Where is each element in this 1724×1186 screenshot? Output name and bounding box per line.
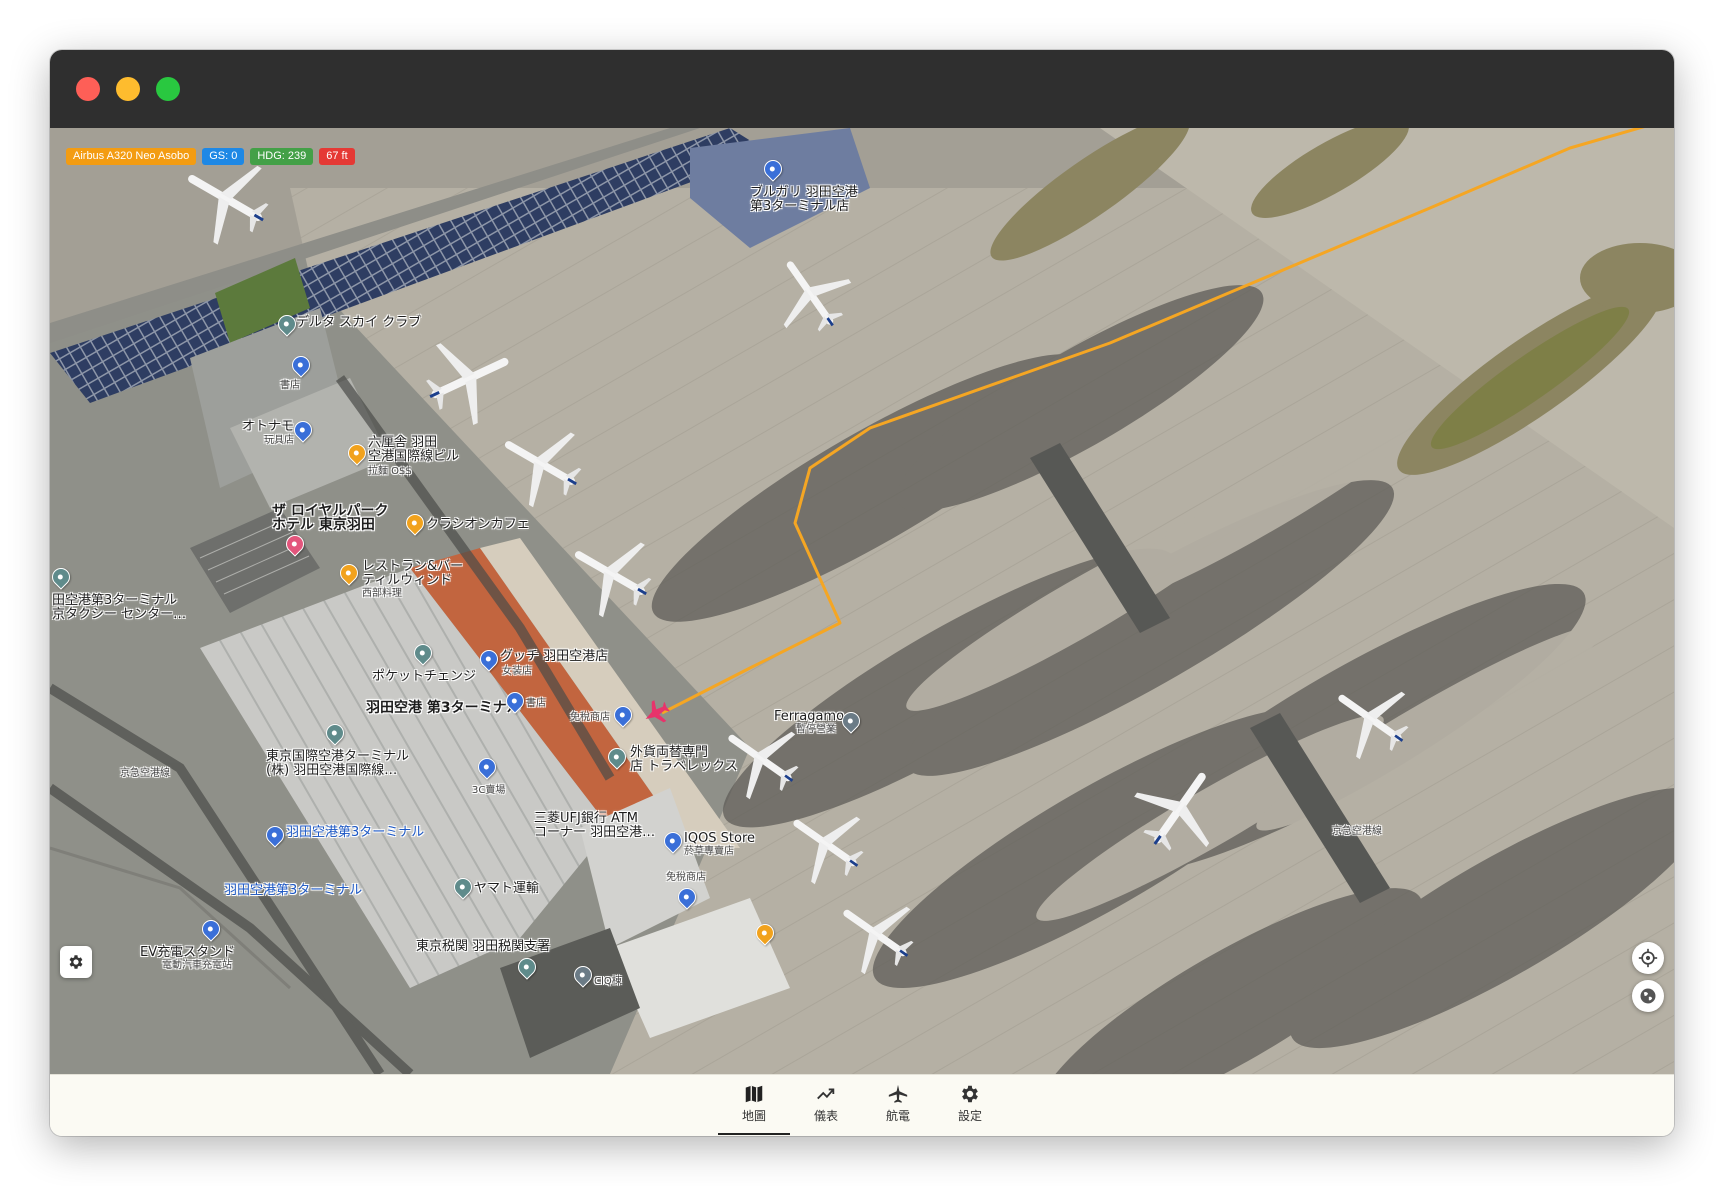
terminal3-label: 羽田空港 第3ターミナル — [366, 700, 521, 716]
locate-me-button[interactable] — [1632, 942, 1664, 974]
customs-label: 東京税関 羽田税関支署 — [416, 939, 551, 954]
delta-label: デルタ スカイ クラブ — [296, 315, 422, 330]
maximize-window-button[interactable] — [156, 77, 180, 101]
3c-store-label: 3C賣場 — [472, 785, 506, 796]
bottom-tab-bar: 地圖 儀表 航電 設定 — [50, 1074, 1674, 1136]
pocket-change-label: ポケットチェンジ — [372, 669, 477, 684]
heading-badge: HDG: 239 — [250, 148, 314, 165]
bookstore-label: 書店 — [280, 380, 300, 391]
ev-charger-label: EV充電スタンド — [140, 945, 236, 960]
ferragamo-closed-label: 暫停營業 — [796, 724, 836, 735]
toy-store-label: 玩具店 — [264, 435, 294, 446]
altitude-badge: 67 ft — [319, 148, 355, 165]
app-window: Airbus A320 Neo Asobo GS: 0 HDG: 239 67 … — [50, 50, 1674, 1136]
gear-icon — [962, 1085, 978, 1103]
station1-label: 羽田空港第3ターミナル — [286, 825, 425, 840]
gear-icon — [69, 955, 83, 969]
aircraft-badge: Airbus A320 Neo Asobo — [66, 148, 197, 165]
minimize-window-button[interactable] — [116, 77, 140, 101]
station2-label: 羽田空港第3ターミナル — [224, 883, 363, 898]
restaurant-label: レストラン&バー ティルウィンド — [362, 559, 464, 588]
western-food-label: 西部料理 — [362, 588, 402, 599]
keikyu-line2-label: 京急空港線 — [1332, 826, 1382, 837]
tab-settings[interactable]: 設定 — [934, 1075, 1006, 1136]
crosshair-icon — [1638, 948, 1658, 968]
taxi-center-label: 田空港第3ターミナル 京タクシー センター… — [52, 593, 187, 622]
royal-park-hotel-label: ザ ロイヤルパーク ホテル 東京羽田 — [272, 503, 389, 533]
keikyu-line-label: 京急空港線 — [120, 768, 170, 779]
duty-free2-label: 免稅商店 — [666, 872, 706, 883]
tab-instruments-label: 儀表 — [813, 1109, 838, 1123]
clothing-label: 女装店 — [502, 666, 532, 677]
bulgari-label: ブルガリ 羽田空港 第3ターミナル店 — [750, 185, 858, 214]
tab-avionics[interactable]: 航電 — [862, 1075, 934, 1136]
title-bar — [50, 50, 1674, 128]
tab-map-label: 地圖 — [741, 1109, 766, 1123]
airplane-icon — [888, 1084, 908, 1103]
yamato-label: ヤマト運輸 — [474, 881, 540, 896]
ramen-label: 拉麵 O$$ — [368, 466, 412, 477]
exchange-label: 外貨両替専門 店 トラベレックス — [630, 745, 738, 774]
classic-cafe-label: クラシオンカフェ — [426, 517, 530, 532]
close-window-button[interactable] — [76, 77, 100, 101]
tab-instruments[interactable]: 儀表 — [790, 1075, 862, 1136]
flight-status-bar: Airbus A320 Neo Asobo GS: 0 HDG: 239 67 … — [66, 148, 355, 165]
trend-icon — [817, 1088, 835, 1100]
globe-layer-button[interactable] — [1632, 980, 1664, 1012]
rokurinsha-label: 六厘舎 羽田 空港国際線ビル — [368, 435, 460, 464]
ferragamo-label: Ferragamo — [774, 709, 845, 724]
tobacco-label: 菸草專賣店 — [684, 846, 734, 857]
otonamo-label: オトナモ — [242, 419, 295, 434]
duty-free1-label: 免稅商店 — [570, 712, 610, 723]
map-settings-button[interactable] — [60, 946, 92, 978]
ciq-label: CIQ棟 — [594, 976, 622, 987]
ground-speed-badge: GS: 0 — [202, 148, 245, 165]
ev-charger-sub-label: 電動汽車充電站 — [162, 960, 232, 971]
airport-satellite-imagery — [50, 128, 1674, 1074]
globe-icon — [1640, 988, 1656, 1004]
bookstore2-label: 書店 — [526, 698, 546, 709]
iqos-label: IQOS Store — [684, 831, 756, 846]
tokyo-intl-terminal-label: 東京国際空港ターミナル (株) 羽田空港国際線… — [266, 749, 410, 778]
satellite-map[interactable]: Airbus A320 Neo Asobo GS: 0 HDG: 239 67 … — [50, 128, 1674, 1074]
tab-map[interactable]: 地圖 — [718, 1075, 790, 1136]
tab-avionics-label: 航電 — [885, 1109, 910, 1123]
tab-settings-label: 設定 — [957, 1109, 982, 1123]
gucci-label: グッチ 羽田空港店 — [500, 649, 609, 664]
map-icon — [745, 1085, 763, 1103]
mufg-atm-label: 三菱UFJ銀行 ATM コーナー 羽田空港… — [534, 811, 656, 840]
